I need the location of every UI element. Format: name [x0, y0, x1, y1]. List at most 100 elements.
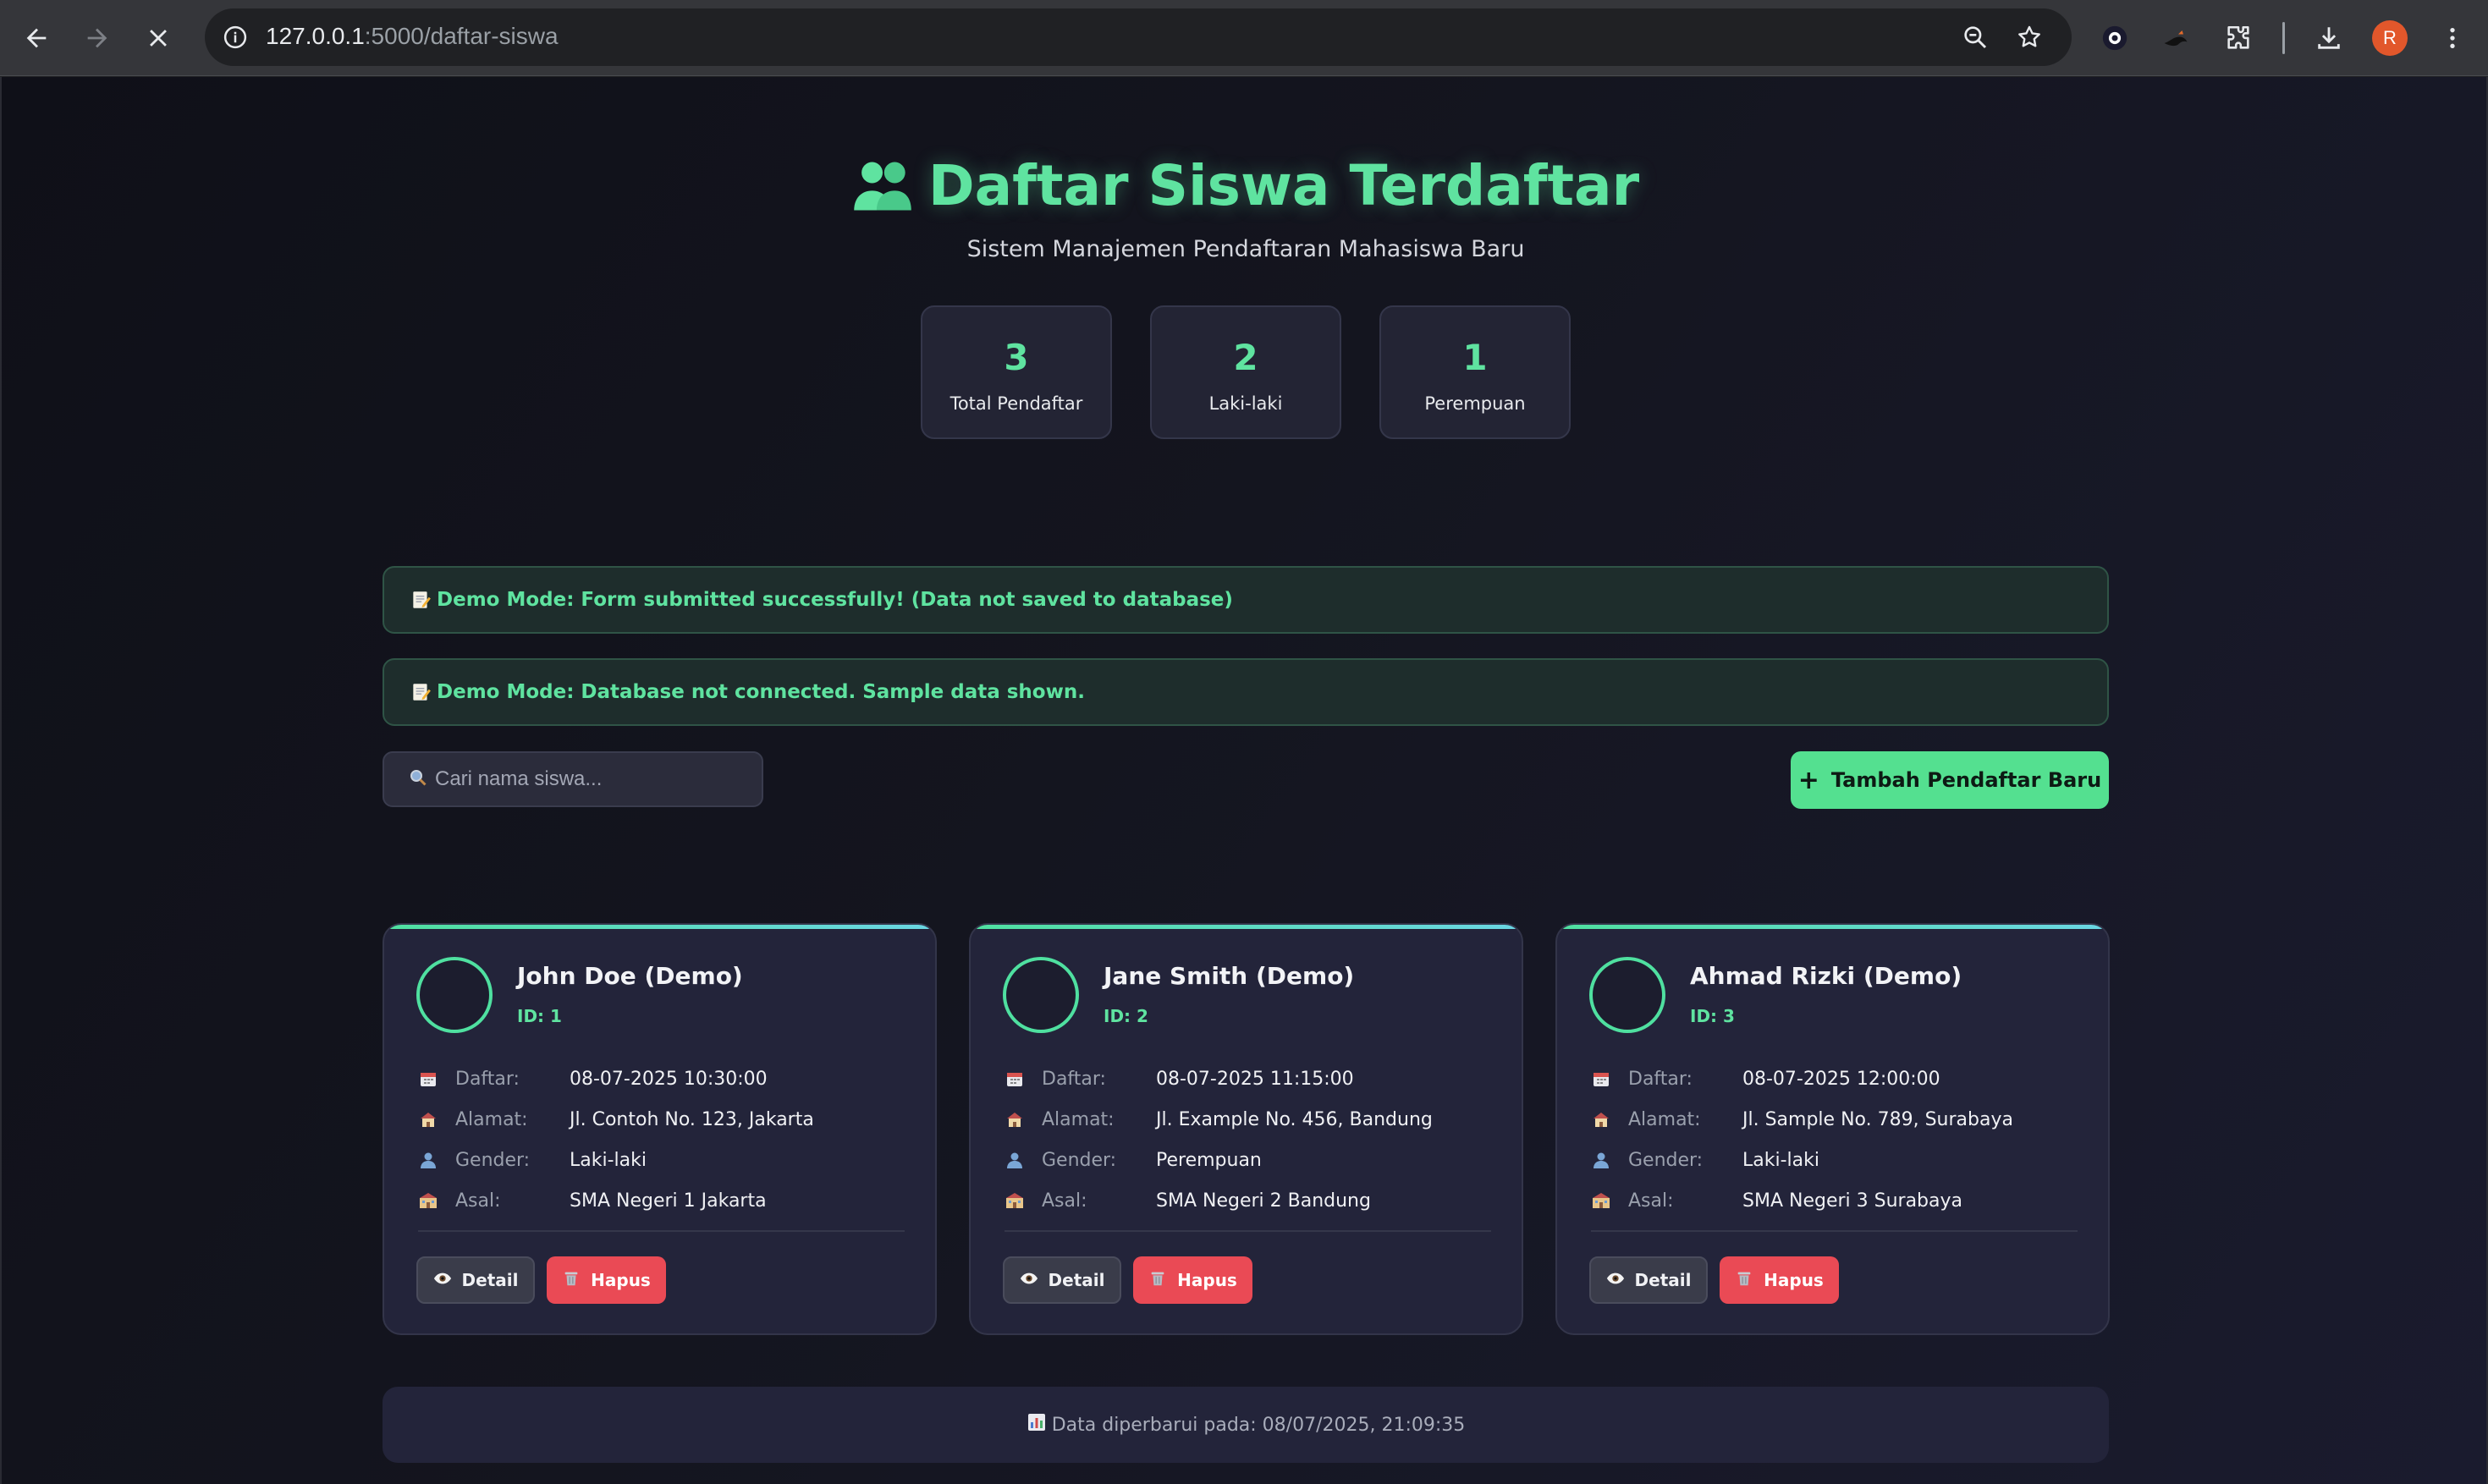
student-details: Daftar: 08-07-2025 10:30:00 Alamat: Jl. … — [418, 1058, 814, 1221]
menu-kebab-icon[interactable] — [2433, 19, 2472, 58]
student-card: Jane Smith (Demo) ID: 2 Daftar: 08-07-20… — [969, 923, 1523, 1335]
download-icon[interactable] — [2309, 19, 2348, 58]
extension-eye-icon[interactable] — [2095, 19, 2134, 58]
detail-button[interactable]: Detail — [1003, 1256, 1121, 1304]
stat-value: 2 — [1233, 336, 1258, 378]
detail-row-daftar: Daftar: 08-07-2025 12:00:00 — [1591, 1058, 2013, 1099]
detail-value: Jl. Example No. 456, Bandung — [1156, 1108, 1433, 1130]
extension-bird-icon[interactable] — [2156, 19, 2195, 58]
student-details: Daftar: 08-07-2025 11:15:00 Alamat: Jl. … — [1005, 1058, 1433, 1221]
detail-button-label: Detail — [1634, 1270, 1692, 1290]
last-updated-footer: Data diperbarui pada: 08/07/2025, 21:09:… — [383, 1387, 2109, 1463]
delete-button[interactable]: Hapus — [1133, 1256, 1252, 1304]
search-box[interactable] — [383, 751, 763, 807]
student-id: ID: 2 — [1104, 1006, 1148, 1026]
url-host: 127.0.0.1 — [266, 23, 365, 49]
house-icon — [418, 1109, 455, 1129]
eye-icon — [1020, 1269, 1038, 1292]
delete-button[interactable]: Hapus — [1720, 1256, 1839, 1304]
card-accent-bar — [971, 925, 1522, 929]
back-button[interactable] — [17, 19, 56, 58]
detail-row-alamat: Alamat: Jl. Example No. 456, Bandung — [1005, 1099, 1433, 1140]
last-updated-text: Data diperbarui pada: 08/07/2025, 21:09:… — [1051, 1414, 1466, 1436]
close-icon — [150, 30, 167, 47]
student-card: Ahmad Rizki (Demo) ID: 3 Daftar: 08-07-2… — [1555, 923, 2110, 1335]
search-input[interactable] — [435, 767, 757, 791]
plus-icon: + — [1797, 765, 1819, 795]
card-divider — [1005, 1230, 1491, 1232]
detail-label: Daftar: — [1042, 1068, 1106, 1090]
extensions-puzzle-icon[interactable] — [2219, 19, 2258, 58]
trash-icon — [1735, 1269, 1753, 1292]
stat-label: Perempuan — [1424, 393, 1526, 414]
avatar — [1003, 957, 1079, 1033]
alert-text: Demo Mode: Form submitted successfully! … — [437, 589, 1233, 611]
site-info-icon[interactable] — [217, 19, 254, 56]
detail-button[interactable]: Detail — [416, 1256, 535, 1304]
house-icon — [1591, 1109, 1628, 1129]
card-accent-bar — [384, 925, 935, 929]
detail-row-gender: Gender: Perempuan — [1005, 1140, 1433, 1180]
student-name: Ahmad Rizki (Demo) — [1690, 962, 1962, 990]
page-title: Daftar Siswa Terdaftar — [2, 153, 2488, 218]
stats-row: 3 Total Pendaftar 2 Laki-laki 1 Perempua… — [921, 305, 1571, 439]
stop-loading-button[interactable] — [139, 19, 178, 58]
trash-icon — [1148, 1269, 1167, 1292]
stat-label: Laki-laki — [1208, 393, 1283, 414]
alert-form-submitted: Demo Mode: Form submitted successfully! … — [383, 566, 2109, 634]
zoom-icon[interactable] — [1958, 20, 1992, 54]
detail-value: Jl. Contoh No. 123, Jakarta — [570, 1108, 814, 1130]
avatar — [1589, 957, 1665, 1033]
school-icon — [1005, 1190, 1042, 1211]
add-student-button[interactable]: + Tambah Pendaftar Baru — [1791, 751, 2109, 809]
detail-button[interactable]: Detail — [1589, 1256, 1708, 1304]
search-icon — [408, 767, 428, 791]
profile-avatar[interactable]: R — [2372, 20, 2408, 56]
stat-card-female: 1 Perempuan — [1379, 305, 1571, 439]
calendar-icon — [418, 1069, 455, 1089]
bookmark-star-icon[interactable] — [2012, 20, 2046, 54]
detail-label: Daftar: — [455, 1068, 520, 1090]
detail-label: Daftar: — [1628, 1068, 1693, 1090]
delete-button[interactable]: Hapus — [547, 1256, 666, 1304]
card-divider — [1591, 1230, 2078, 1232]
detail-value: 08-07-2025 12:00:00 — [1742, 1068, 1940, 1090]
detail-row-alamat: Alamat: Jl. Contoh No. 123, Jakarta — [418, 1099, 814, 1140]
detail-row-daftar: Daftar: 08-07-2025 11:15:00 — [1005, 1058, 1433, 1099]
arrow-left-icon — [26, 28, 47, 48]
school-icon — [1591, 1190, 1628, 1211]
avatar — [416, 957, 493, 1033]
url-path: :5000/daftar-siswa — [364, 23, 559, 49]
detail-row-alamat: Alamat: Jl. Sample No. 789, Surabaya — [1591, 1099, 2013, 1140]
trash-icon — [562, 1269, 581, 1292]
page-title-text: Daftar Siswa Terdaftar — [927, 153, 1640, 218]
card-divider — [418, 1230, 905, 1232]
person-icon — [1591, 1150, 1628, 1170]
memo-icon — [410, 589, 432, 611]
memo-icon — [410, 681, 432, 703]
detail-row-asal: Asal: SMA Negeri 1 Jakarta — [418, 1180, 814, 1221]
stat-label: Total Pendaftar — [950, 393, 1083, 414]
student-card: John Doe (Demo) ID: 1 Daftar: 08-07-2025… — [383, 923, 937, 1335]
student-name: John Doe (Demo) — [517, 962, 743, 990]
detail-button-label: Detail — [1048, 1270, 1105, 1290]
forward-button[interactable] — [78, 19, 117, 58]
alert-text: Demo Mode: Database not connected. Sampl… — [437, 681, 1085, 703]
alert-db-not-connected: Demo Mode: Database not connected. Sampl… — [383, 658, 2109, 726]
detail-row-gender: Gender: Laki-laki — [1591, 1140, 2013, 1180]
detail-label: Alamat: — [1628, 1108, 1701, 1130]
detail-value: 08-07-2025 11:15:00 — [1156, 1068, 1354, 1090]
page-content: Daftar Siswa Terdaftar Sistem Manajemen … — [0, 77, 2488, 1484]
detail-label: Gender: — [1628, 1149, 1704, 1171]
people-icon — [852, 159, 913, 213]
detail-label: Alamat: — [1042, 1108, 1115, 1130]
detail-label: Gender: — [455, 1149, 531, 1171]
detail-value: Laki-laki — [570, 1149, 647, 1171]
detail-button-label: Detail — [461, 1270, 519, 1290]
address-bar[interactable]: 127.0.0.1:5000/daftar-siswa — [205, 8, 2072, 66]
detail-label: Asal: — [455, 1190, 501, 1212]
calendar-icon — [1591, 1069, 1628, 1089]
delete-button-label: Hapus — [591, 1270, 651, 1290]
url-text: 127.0.0.1:5000/daftar-siswa — [266, 23, 559, 50]
bar-chart-icon — [1027, 1412, 1047, 1437]
